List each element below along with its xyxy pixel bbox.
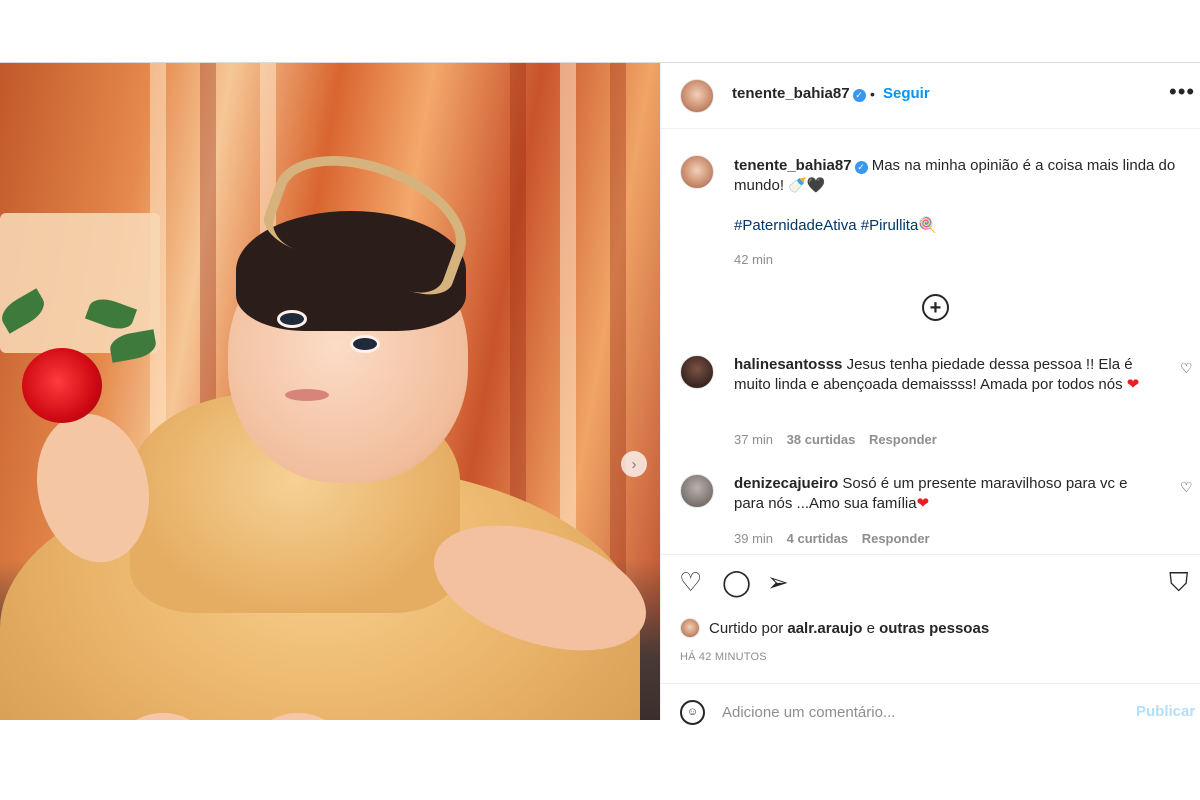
plus-icon: + bbox=[929, 296, 942, 319]
load-more-comments-button[interactable]: + bbox=[922, 294, 949, 321]
comment-time: 39 min bbox=[734, 531, 774, 546]
author-avatar[interactable] bbox=[680, 79, 714, 113]
emoji-icon[interactable]: ☺ bbox=[680, 700, 705, 725]
post-header: tenente_bahia87 ✓ • Seguir ••• bbox=[661, 63, 1200, 129]
post-details-panel: tenente_bahia87 ✓ • Seguir ••• tenente_ba… bbox=[660, 63, 1200, 725]
comment-meta: 39 min 4 curtidas Responder bbox=[734, 531, 930, 546]
author-username[interactable]: tenente_bahia87 ✓ bbox=[732, 85, 866, 102]
caption-timestamp: 42 min bbox=[734, 252, 774, 267]
lollipop-icon: 🍭 bbox=[918, 217, 937, 234]
hashtag-link[interactable]: #PaternidadeAtiva bbox=[734, 217, 857, 234]
commenter-username[interactable]: denizecajueiro bbox=[734, 475, 838, 492]
liked-by-others[interactable]: outras pessoas bbox=[879, 620, 989, 637]
baby-mouth bbox=[285, 389, 329, 401]
post-image[interactable]: › bbox=[0, 63, 660, 720]
separator-dot: • bbox=[870, 86, 875, 102]
save-icon[interactable]: ⛉ bbox=[1169, 569, 1189, 595]
like-comment-icon[interactable]: ♡ bbox=[1180, 360, 1193, 377]
more-options-icon[interactable]: ••• bbox=[1169, 79, 1195, 105]
follow-button[interactable]: Seguir bbox=[883, 85, 930, 102]
comment-likes[interactable]: 38 curtidas bbox=[787, 432, 856, 447]
red-heart-icon: ❤ bbox=[916, 495, 930, 512]
comment-likes[interactable]: 4 curtidas bbox=[787, 531, 848, 546]
share-icon[interactable]: ➢ bbox=[767, 569, 789, 595]
like-comment-icon[interactable]: ♡ bbox=[1180, 479, 1193, 496]
like-icon[interactable]: ♡ bbox=[679, 569, 702, 595]
red-heart-icon: ❤ bbox=[1126, 376, 1140, 393]
hashtag-link[interactable]: #Pirullita bbox=[861, 217, 919, 234]
caption-username[interactable]: tenente_bahia87 bbox=[734, 157, 852, 174]
commenter-avatar[interactable] bbox=[680, 474, 714, 508]
liked-by-prefix: Curtido por bbox=[709, 620, 784, 637]
comment-body: halinesantosss Jesus tenha piedade dessa… bbox=[734, 355, 1144, 395]
caption-avatar[interactable] bbox=[680, 155, 714, 189]
liker-avatar[interactable] bbox=[680, 618, 700, 638]
reply-button[interactable]: Responder bbox=[869, 432, 937, 447]
verified-badge-icon: ✓ bbox=[854, 161, 868, 174]
actions-divider bbox=[661, 554, 1200, 555]
comment-body: denizecajueiro Sosó é um presente maravi… bbox=[734, 474, 1144, 514]
chevron-right-icon: › bbox=[631, 455, 637, 473]
curtain-stripe bbox=[610, 63, 626, 623]
composer-divider bbox=[661, 683, 1200, 684]
comment-meta: 37 min 38 curtidas Responder bbox=[734, 432, 937, 447]
liked-by-line: Curtido por aalr.araujo e outras pessoas bbox=[709, 620, 989, 637]
baby-foot bbox=[253, 713, 343, 720]
baby-eye bbox=[350, 335, 380, 353]
baby-feet bbox=[118, 713, 343, 720]
author-username-text[interactable]: tenente_bahia87 bbox=[732, 85, 850, 102]
comment-input[interactable] bbox=[722, 699, 1112, 725]
reply-button[interactable]: Responder bbox=[862, 531, 930, 546]
red-rose bbox=[22, 348, 102, 423]
publish-button[interactable]: Publicar bbox=[1136, 703, 1195, 720]
caption-hashtags: #PaternidadeAtiva #Pirullita🍭 bbox=[734, 216, 937, 234]
comment-icon[interactable]: ◯ bbox=[722, 569, 751, 595]
comment-time: 37 min bbox=[734, 432, 774, 447]
liker-username[interactable]: aalr.araujo bbox=[787, 620, 862, 637]
baby-foot bbox=[118, 713, 208, 720]
commenter-avatar[interactable] bbox=[680, 355, 714, 389]
liked-by-joiner: e bbox=[866, 620, 875, 637]
verified-badge-icon: ✓ bbox=[852, 89, 866, 102]
next-image-button[interactable]: › bbox=[621, 451, 647, 477]
post-caption: tenente_bahia87 ✓ Mas na minha opinião é … bbox=[734, 156, 1184, 196]
post-time-ago[interactable]: HÁ 42 MINUTOS bbox=[680, 651, 767, 663]
baby-eye bbox=[277, 310, 307, 328]
commenter-username[interactable]: halinesantosss bbox=[734, 356, 842, 373]
